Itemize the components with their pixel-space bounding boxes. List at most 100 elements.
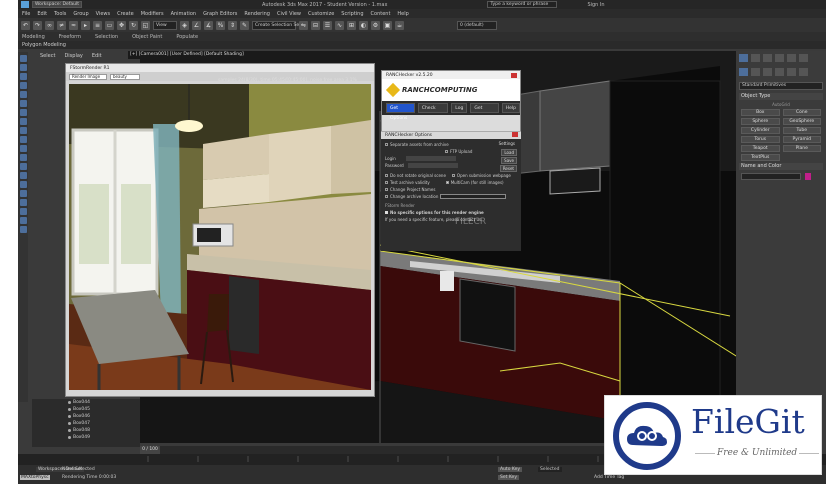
scene-menu-display[interactable]: Display — [64, 53, 82, 59]
spacewarps-category-icon[interactable] — [799, 68, 808, 76]
visibility-icon[interactable] — [68, 436, 71, 439]
save-button[interactable]: Save — [501, 157, 517, 164]
autogrid-checkbox[interactable]: AutoGrid — [741, 102, 821, 107]
menu-views[interactable]: Views — [96, 11, 110, 17]
lights-icon[interactable] — [19, 82, 27, 89]
groups-icon[interactable] — [19, 118, 27, 125]
textplus-button[interactable]: TextPlus — [741, 154, 780, 161]
channel-select[interactable]: beauty — [110, 73, 140, 80]
list-item[interactable]: Box044 — [32, 399, 140, 406]
filter-icon[interactable] — [19, 55, 27, 62]
tab-freeform[interactable]: Freeform — [59, 34, 81, 40]
motion-tab-icon[interactable] — [775, 54, 784, 62]
load-button[interactable]: Load — [501, 149, 517, 156]
name-color-rollout[interactable]: Name and Color — [739, 163, 823, 170]
test-validity-checkbox[interactable] — [385, 181, 388, 184]
reset-button[interactable]: Reset — [499, 165, 517, 172]
helpers-category-icon[interactable] — [787, 68, 796, 76]
find-icon[interactable] — [19, 226, 27, 233]
set-key-button[interactable]: Set Key — [498, 475, 519, 480]
close-icon[interactable] — [511, 72, 517, 78]
visibility-icon[interactable] — [68, 415, 71, 418]
redo-icon[interactable]: ↷ — [33, 20, 42, 30]
menu-file[interactable]: File — [22, 11, 30, 17]
ftp-upload-checkbox[interactable] — [445, 150, 448, 153]
link-icon[interactable]: ∞ — [45, 20, 54, 30]
visibility-icon[interactable] — [68, 422, 71, 425]
menu-help[interactable]: Help — [397, 11, 408, 17]
menu-animation[interactable]: Animation — [171, 11, 197, 17]
tab-object-paint[interactable]: Object Paint — [132, 34, 162, 40]
layers-icon[interactable]: ☰ — [323, 20, 332, 30]
tab-get-options[interactable]: Get Options — [386, 103, 415, 121]
auto-key-button[interactable]: Auto Key — [498, 467, 523, 472]
cameras-icon[interactable] — [19, 91, 27, 98]
curve-editor-icon[interactable]: ∿ — [335, 20, 344, 30]
pivot-icon[interactable]: ◈ — [180, 20, 189, 30]
object-name-field[interactable] — [741, 173, 801, 180]
frame-indicator[interactable]: 0 / 100 — [140, 446, 160, 454]
polygon-modeling-label[interactable]: Polygon Modeling — [22, 42, 66, 48]
invert-icon[interactable] — [19, 199, 27, 206]
create-tab-icon[interactable] — [739, 54, 748, 62]
separate-assets-checkbox[interactable] — [385, 143, 388, 146]
mirror-icon[interactable]: ⇋ — [299, 20, 308, 30]
none-icon[interactable] — [19, 190, 27, 197]
key-filter-select[interactable]: Selected — [538, 467, 562, 472]
hierarchy-tab-icon[interactable] — [763, 54, 772, 62]
containers-icon[interactable] — [19, 145, 27, 152]
menu-edit[interactable]: Edit — [37, 11, 47, 17]
tab-help[interactable]: Help — [501, 103, 520, 113]
maxscript-listener[interactable]: MAXtoPhysc — [20, 475, 50, 480]
lights-category-icon[interactable] — [763, 68, 772, 76]
list-item[interactable]: Box047 — [32, 420, 140, 427]
layer-explorer-icon[interactable] — [19, 208, 27, 215]
frozen-icon[interactable] — [19, 163, 27, 170]
sphere-button[interactable]: Sphere — [741, 118, 780, 125]
edit-named-sel-icon[interactable]: ✎ — [240, 20, 249, 30]
object-color-swatch[interactable] — [805, 173, 811, 180]
visibility-icon[interactable] — [68, 401, 71, 404]
reference-coord-select[interactable]: View — [153, 20, 177, 30]
angle-snap-icon[interactable]: ∡ — [204, 20, 213, 30]
scene-menu-select[interactable]: Select — [40, 53, 55, 59]
menu-content[interactable]: Content — [371, 11, 391, 17]
select-icon[interactable]: ▸ — [81, 20, 90, 30]
modify-tab-icon[interactable] — [751, 54, 760, 62]
layer-dropdown[interactable]: 0 (default) — [457, 20, 497, 30]
utilities-tab-icon[interactable] — [799, 54, 808, 62]
list-item[interactable]: Box049 — [32, 434, 140, 441]
change-archive-checkbox[interactable] — [385, 195, 388, 198]
spacewarps-icon[interactable] — [19, 109, 27, 116]
workspace-selector[interactable]: Workspace: Default — [32, 1, 82, 8]
material-editor-icon[interactable]: ◐ — [359, 20, 368, 30]
scale-icon[interactable]: ◱ — [141, 20, 150, 30]
tab-log[interactable]: Log — [451, 103, 468, 113]
multicam-checkbox[interactable] — [445, 181, 449, 184]
shapes-category-icon[interactable] — [751, 68, 760, 76]
render-image-select[interactable]: Render Image — [69, 73, 107, 80]
scene-menu-edit[interactable]: Edit — [92, 53, 102, 59]
display-tab-icon[interactable] — [787, 54, 796, 62]
search-input[interactable]: Type a keyword or phrase — [487, 1, 558, 8]
menu-graph-editors[interactable]: Graph Editors — [203, 11, 237, 17]
visibility-icon[interactable] — [68, 408, 71, 411]
options-close-icon[interactable] — [512, 132, 518, 137]
torus-button[interactable]: Torus — [741, 136, 780, 143]
cameras-category-icon[interactable] — [775, 68, 784, 76]
list-item[interactable]: Box048 — [32, 427, 140, 434]
menu-customize[interactable]: Customize — [308, 11, 334, 17]
percent-snap-icon[interactable]: % — [216, 20, 225, 30]
schematic-icon[interactable]: ⊞ — [347, 20, 356, 30]
sign-in-link[interactable]: Sign In — [587, 2, 604, 8]
plane-button[interactable]: Plane — [782, 145, 821, 152]
tab-selection[interactable]: Selection — [95, 34, 118, 40]
menu-tools[interactable]: Tools — [54, 11, 66, 17]
visibility-icon[interactable] — [68, 429, 71, 432]
menu-modifiers[interactable]: Modifiers — [141, 11, 164, 17]
archive-location-field[interactable] — [440, 194, 507, 199]
all-icon[interactable] — [19, 181, 27, 188]
object-type-rollout[interactable]: Object Type — [739, 93, 823, 100]
bones-icon[interactable] — [19, 136, 27, 143]
spinner-snap-icon[interactable]: ⇕ — [228, 20, 237, 30]
